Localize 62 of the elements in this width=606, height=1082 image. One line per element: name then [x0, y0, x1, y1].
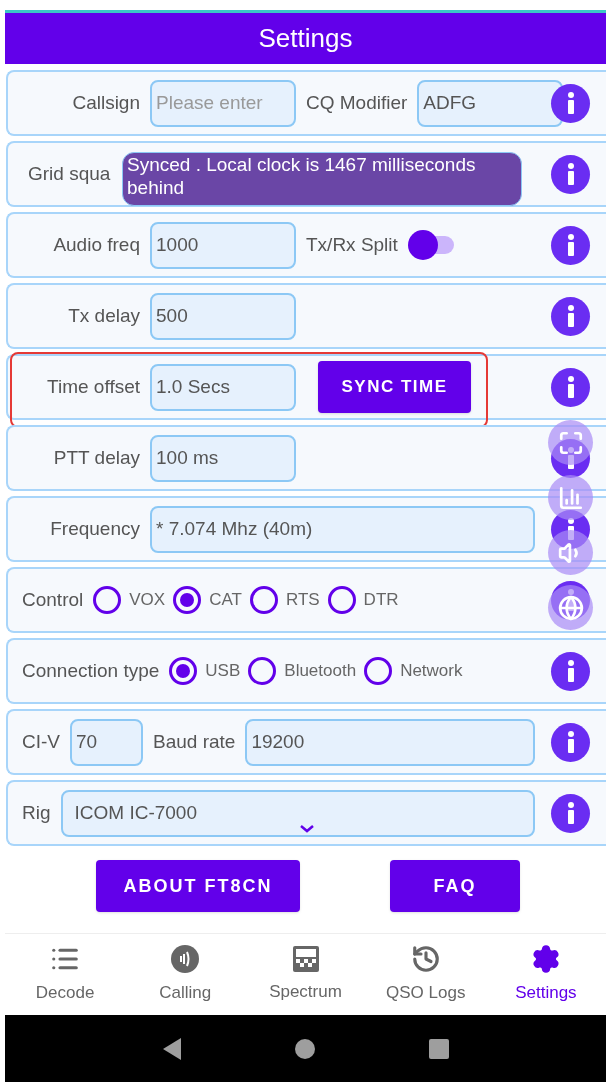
- field-label: Connection type: [22, 658, 160, 683]
- radio-label: RTS: [285, 589, 320, 612]
- field-label: Tx/Rx Split: [306, 232, 398, 257]
- field-label: Callsign: [71, 90, 140, 115]
- input-field[interactable]: Please enter: [150, 79, 296, 127]
- radio-label: DTR: [363, 589, 399, 612]
- signal-waves-icon: [170, 943, 201, 974]
- home-icon[interactable]: [294, 1037, 317, 1060]
- sync-toast: Synced . Local clock is 1467 milliseconds behind: [122, 152, 522, 206]
- about-button[interactable]: ABOUT FT8CN: [96, 860, 300, 912]
- radio-button[interactable]: [169, 657, 198, 685]
- nav-tab[interactable]: Calling: [125, 943, 246, 1006]
- info-icon[interactable]: [551, 793, 590, 833]
- field-label: Control: [22, 587, 84, 612]
- radio-button[interactable]: [248, 657, 277, 685]
- radio-button[interactable]: [173, 586, 202, 614]
- nav-tab[interactable]: Spectrum: [245, 944, 366, 1005]
- input-field[interactable]: ADFG: [417, 79, 564, 127]
- history-icon: [410, 943, 441, 974]
- faq-button[interactable]: FAQ: [390, 860, 520, 912]
- field-label: Grid squa: [28, 161, 111, 186]
- radio-label: CAT: [209, 589, 242, 612]
- nav-tab[interactable]: QSO Logs: [365, 943, 486, 1006]
- field-label: CI-V: [22, 729, 60, 754]
- info-icon[interactable]: [551, 722, 590, 762]
- field-label: Rig: [22, 800, 51, 825]
- radio-button[interactable]: [364, 657, 393, 685]
- field-label: PTT delay: [52, 445, 140, 470]
- nav-tab[interactable]: Decode: [5, 943, 126, 1006]
- field-label: Audio freq: [52, 232, 140, 257]
- toggle-switch[interactable]: [407, 230, 454, 260]
- field-label: Time offset: [46, 374, 140, 399]
- info-icon[interactable]: [551, 367, 590, 407]
- sync-time-button[interactable]: SYNC TIME: [318, 361, 471, 413]
- info-icon[interactable]: [551, 154, 590, 194]
- field-label: CQ Modifier: [306, 90, 408, 115]
- input-field[interactable]: 500: [150, 292, 296, 340]
- input-field[interactable]: 100 ms: [150, 434, 296, 482]
- dropdown-select[interactable]: ICOM IC-7000: [60, 789, 535, 837]
- radio-label: Network: [400, 660, 463, 683]
- chevron-down-icon: [298, 823, 315, 833]
- input-field[interactable]: * 7.074 Mhz (40m): [150, 505, 535, 553]
- field-label: Frequency: [49, 516, 140, 541]
- input-field[interactable]: 19200: [245, 718, 535, 766]
- radio-button[interactable]: [249, 586, 278, 614]
- info-icon[interactable]: [551, 651, 590, 691]
- recents-icon[interactable]: [428, 1037, 451, 1060]
- radio-label: Bluetooth: [284, 660, 357, 683]
- info-icon[interactable]: [551, 225, 590, 265]
- radio-label: USB: [205, 660, 241, 683]
- nav-tab[interactable]: Settings: [485, 943, 606, 1006]
- spectrum-grid-icon: [291, 944, 320, 973]
- field-label: Baud rate: [153, 729, 236, 754]
- field-label: Tx delay: [67, 303, 140, 328]
- radio-button[interactable]: [327, 586, 356, 614]
- input-field[interactable]: 1.0 Secs: [150, 363, 296, 411]
- input-field[interactable]: 1000: [150, 221, 296, 269]
- radio-label: VOX: [129, 589, 166, 612]
- radio-button[interactable]: [93, 586, 122, 614]
- header-title: Settings: [258, 22, 353, 55]
- info-icon[interactable]: [551, 296, 590, 336]
- input-field[interactable]: 70: [70, 718, 143, 766]
